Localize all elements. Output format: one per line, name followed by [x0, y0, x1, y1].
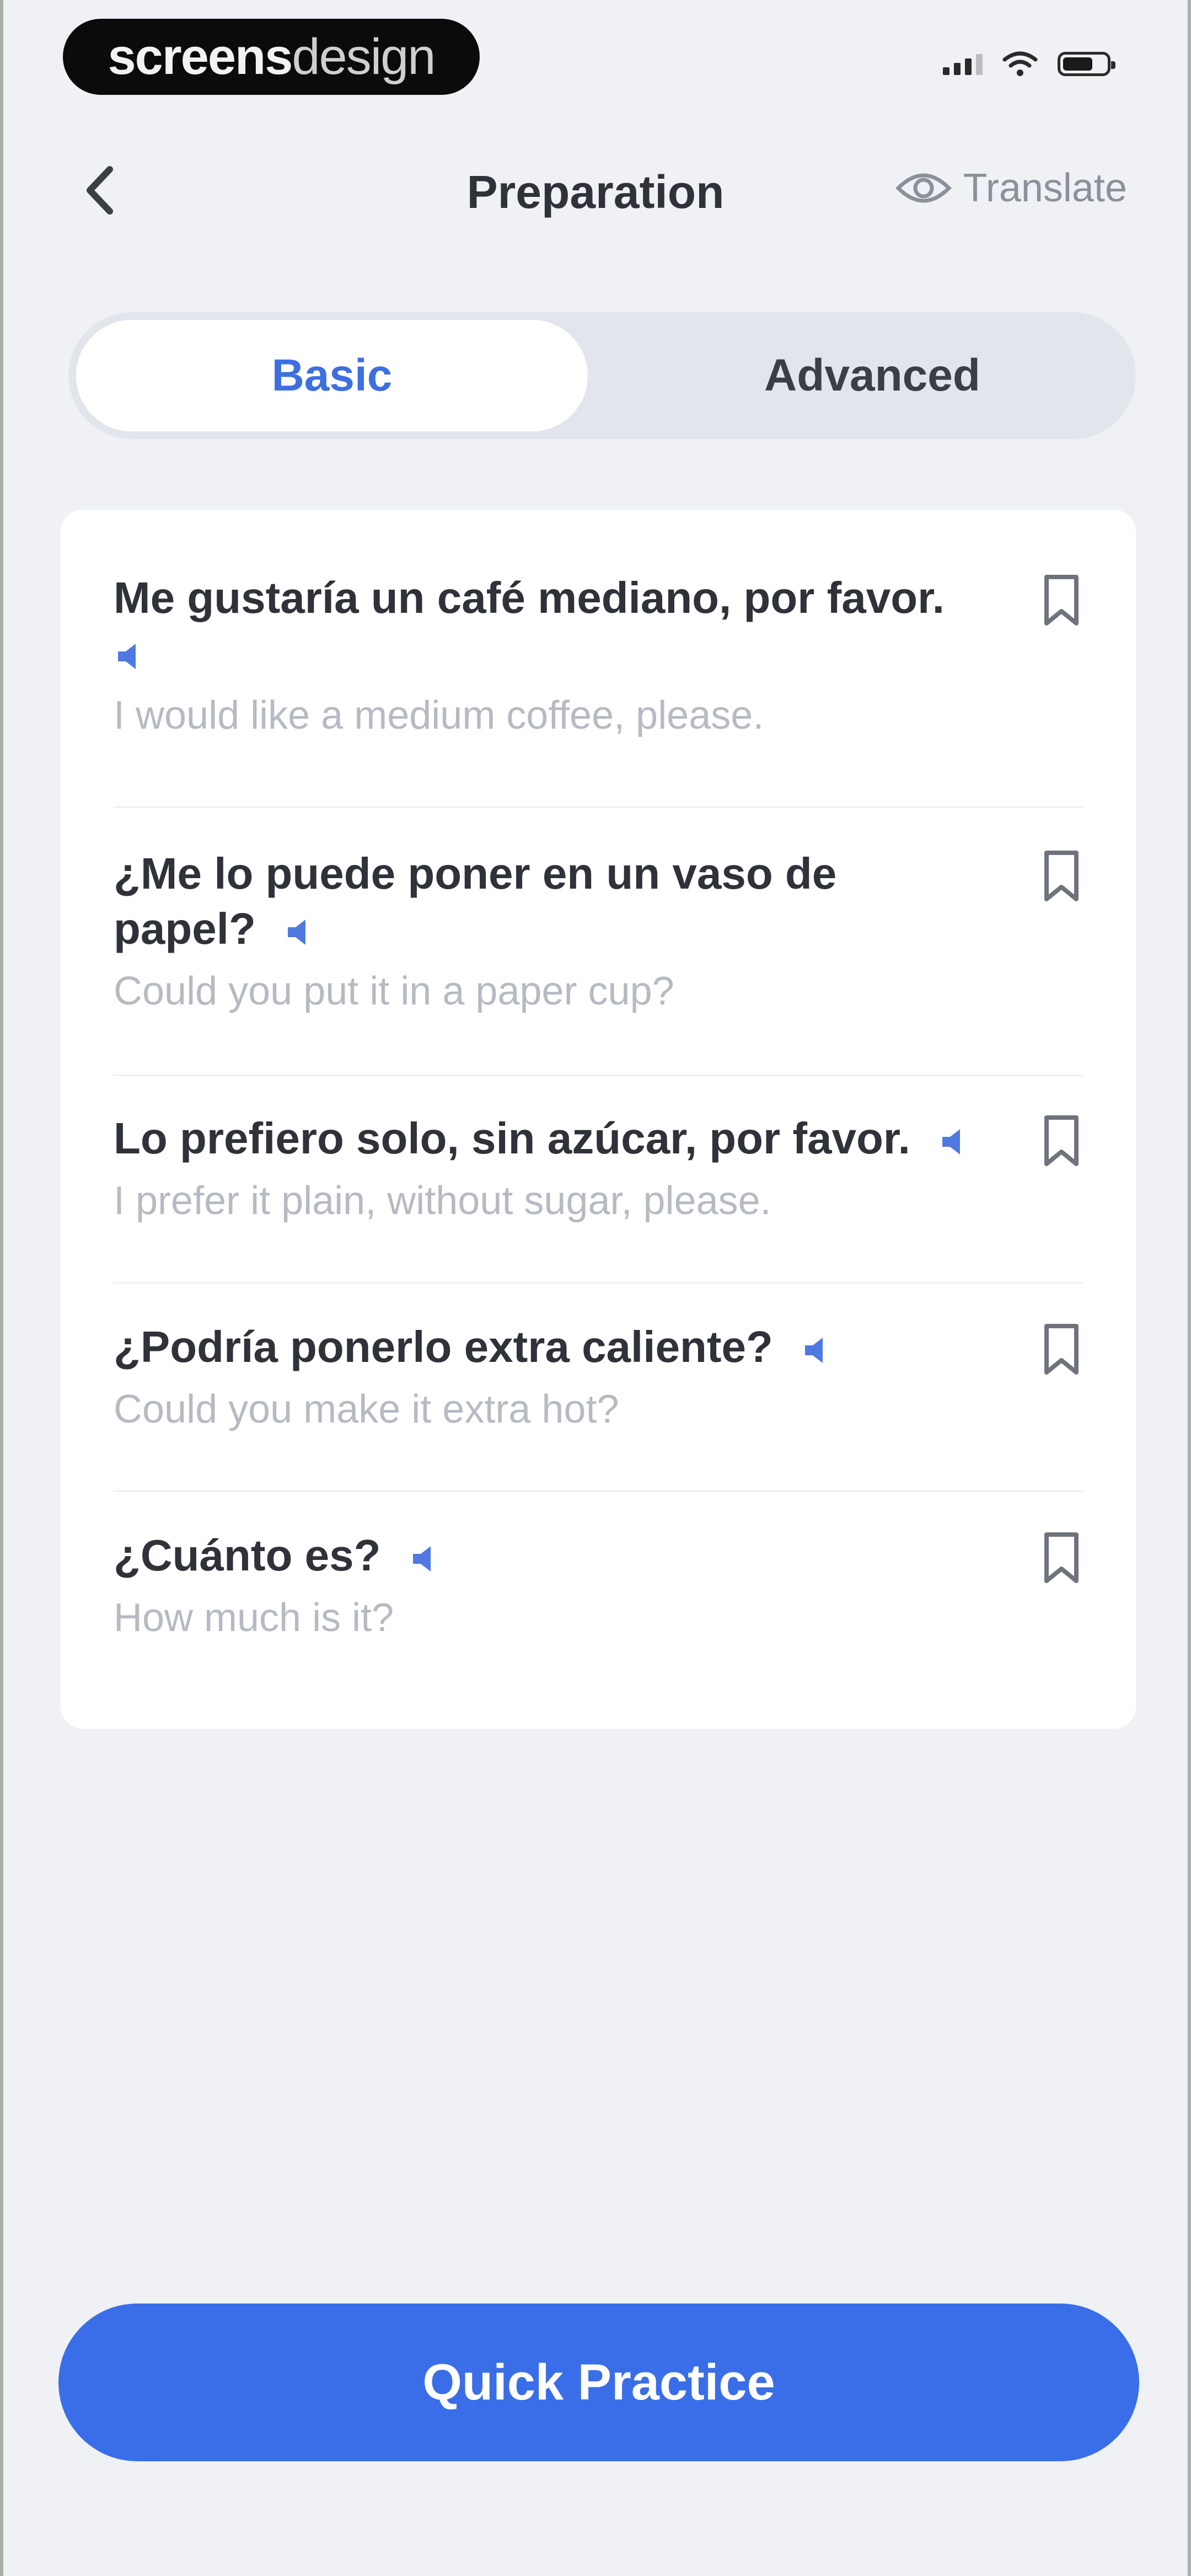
phrase-spanish: ¿Me lo puede poner en un vaso de papel? — [114, 846, 902, 956]
bookmark-icon[interactable] — [1037, 1113, 1086, 1168]
divider — [114, 1490, 1083, 1492]
phrase-item[interactable]: ¿Podría ponerlo extra caliente? Could yo… — [114, 1319, 1086, 1432]
phrase-spanish-text: ¿Me lo puede poner en un vaso de papel? — [114, 849, 837, 953]
divider — [114, 1075, 1083, 1076]
speaker-icon[interactable] — [114, 639, 148, 674]
bookmark-icon[interactable] — [1037, 1322, 1086, 1377]
brand-logo: screens design — [63, 19, 480, 95]
bookmark-icon[interactable] — [1037, 573, 1086, 628]
phrase-english: How much is it? — [114, 1596, 394, 1640]
level-tabs: Basic Advanced — [68, 312, 1136, 439]
phrase-english: Could you put it in a paper cup? — [114, 969, 674, 1013]
phrase-spanish: Me gustaría un café mediano, por favor. — [114, 570, 996, 681]
brand-logo-bold: screens — [108, 28, 293, 85]
tab-basic[interactable]: Basic — [76, 320, 588, 431]
phrase-spanish: ¿Podría ponerlo extra caliente? — [114, 1319, 996, 1375]
signal-icon — [943, 53, 983, 75]
translate-label: Translate — [963, 166, 1127, 210]
speaker-icon[interactable] — [938, 1125, 972, 1159]
status-icons — [943, 51, 1115, 77]
divider — [114, 1282, 1083, 1284]
phrase-item[interactable]: ¿Me lo puede poner en un vaso de papel? … — [114, 846, 1086, 1014]
bookmark-icon[interactable] — [1037, 1530, 1086, 1585]
phrase-spanish-text: ¿Cuánto es? — [114, 1531, 381, 1580]
phrase-list-card: Me gustaría un café mediano, por favor. … — [61, 510, 1136, 1729]
phrase-spanish-text: ¿Podría ponerlo extra caliente? — [114, 1322, 773, 1371]
phone-screen: screens design Preparation Translate Basi… — [0, 0, 1191, 2576]
bookmark-icon[interactable] — [1037, 848, 1086, 904]
phrase-english: Could you make it extra hot? — [114, 1387, 619, 1431]
phrase-item[interactable]: Me gustaría un café mediano, por favor. … — [114, 570, 1086, 738]
quick-practice-button[interactable]: Quick Practice — [58, 2304, 1139, 2461]
translate-button[interactable]: Translate — [895, 165, 1127, 211]
battery-icon — [1058, 52, 1115, 76]
phrase-english: I prefer it plain, without sugar, please… — [114, 1179, 771, 1223]
phrase-spanish: Lo prefiero solo, sin azúcar, por favor. — [114, 1111, 1051, 1166]
phrase-spanish: ¿Cuánto es? — [114, 1528, 996, 1583]
divider — [114, 806, 1083, 808]
speaker-icon[interactable] — [409, 1542, 443, 1576]
tab-advanced[interactable]: Advanced — [616, 320, 1128, 431]
wifi-icon — [1002, 51, 1038, 76]
phrase-english: I would like a medium coffee, please. — [114, 693, 764, 737]
brand-logo-light: design — [292, 28, 436, 85]
phrase-spanish-text: Me gustaría un café mediano, por favor. — [114, 573, 945, 622]
speaker-icon[interactable] — [283, 915, 318, 949]
phrase-item[interactable]: Lo prefiero solo, sin azúcar, por favor.… — [114, 1111, 1086, 1223]
eye-icon — [895, 173, 952, 203]
phrase-item[interactable]: ¿Cuánto es? How much is it? — [114, 1528, 1086, 1640]
phrase-spanish-text: Lo prefiero solo, sin azúcar, por favor. — [114, 1114, 910, 1163]
speaker-icon[interactable] — [801, 1333, 835, 1367]
